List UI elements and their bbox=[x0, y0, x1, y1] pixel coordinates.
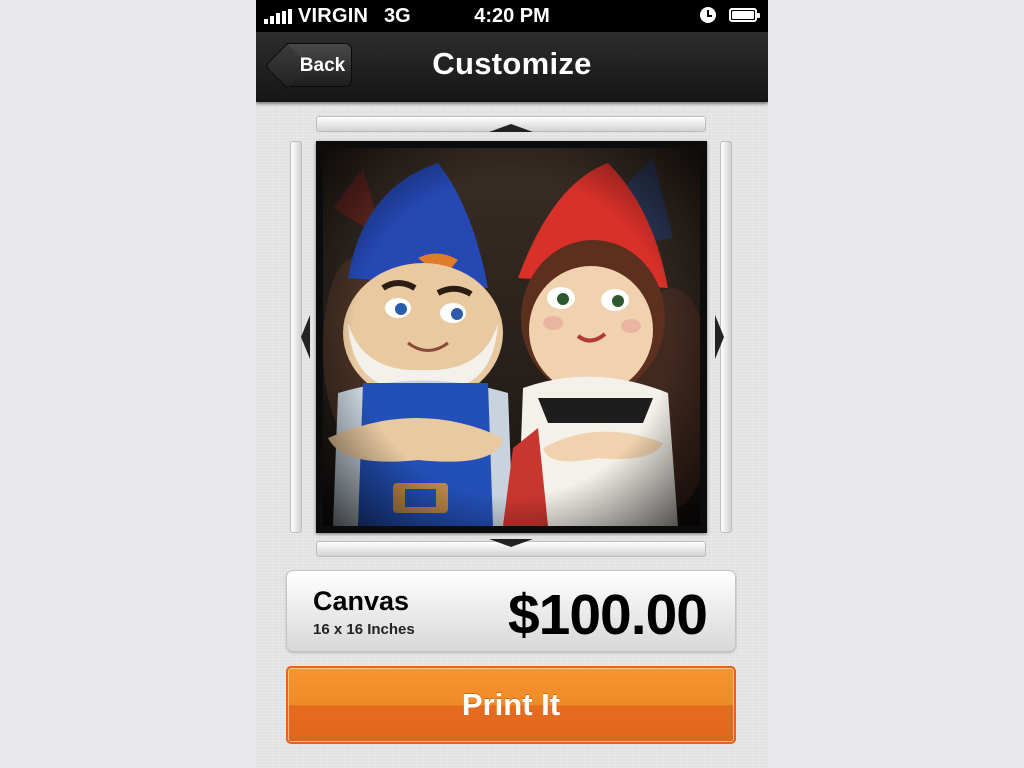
print-it-button[interactable]: Print It bbox=[286, 666, 736, 744]
product-name: Canvas bbox=[313, 586, 410, 616]
photo-preview[interactable] bbox=[316, 141, 707, 533]
status-time: 4:20 PM bbox=[474, 5, 550, 27]
product-price: $100.00 bbox=[507, 583, 708, 647]
arrow-down-icon[interactable] bbox=[489, 539, 533, 547]
arrow-up-icon[interactable] bbox=[489, 124, 533, 132]
battery-icon bbox=[729, 8, 760, 22]
arrow-left-icon[interactable] bbox=[301, 315, 310, 359]
product-size: 16 x 16 Inches bbox=[313, 621, 415, 638]
app-screen: VIRGIN 3G 4:20 PM Back Customize Canvas … bbox=[256, 0, 768, 768]
gnome-photo bbox=[323, 148, 700, 526]
back-button-label: Back bbox=[299, 55, 346, 76]
arrow-right-icon[interactable] bbox=[715, 315, 724, 359]
navigation-bar: Back Customize bbox=[256, 32, 768, 102]
status-bar: VIRGIN 3G 4:20 PM bbox=[256, 0, 768, 32]
product-summary: Canvas 16 x 16 Inches $100.00 bbox=[286, 570, 736, 652]
alarm-icon bbox=[700, 7, 716, 23]
